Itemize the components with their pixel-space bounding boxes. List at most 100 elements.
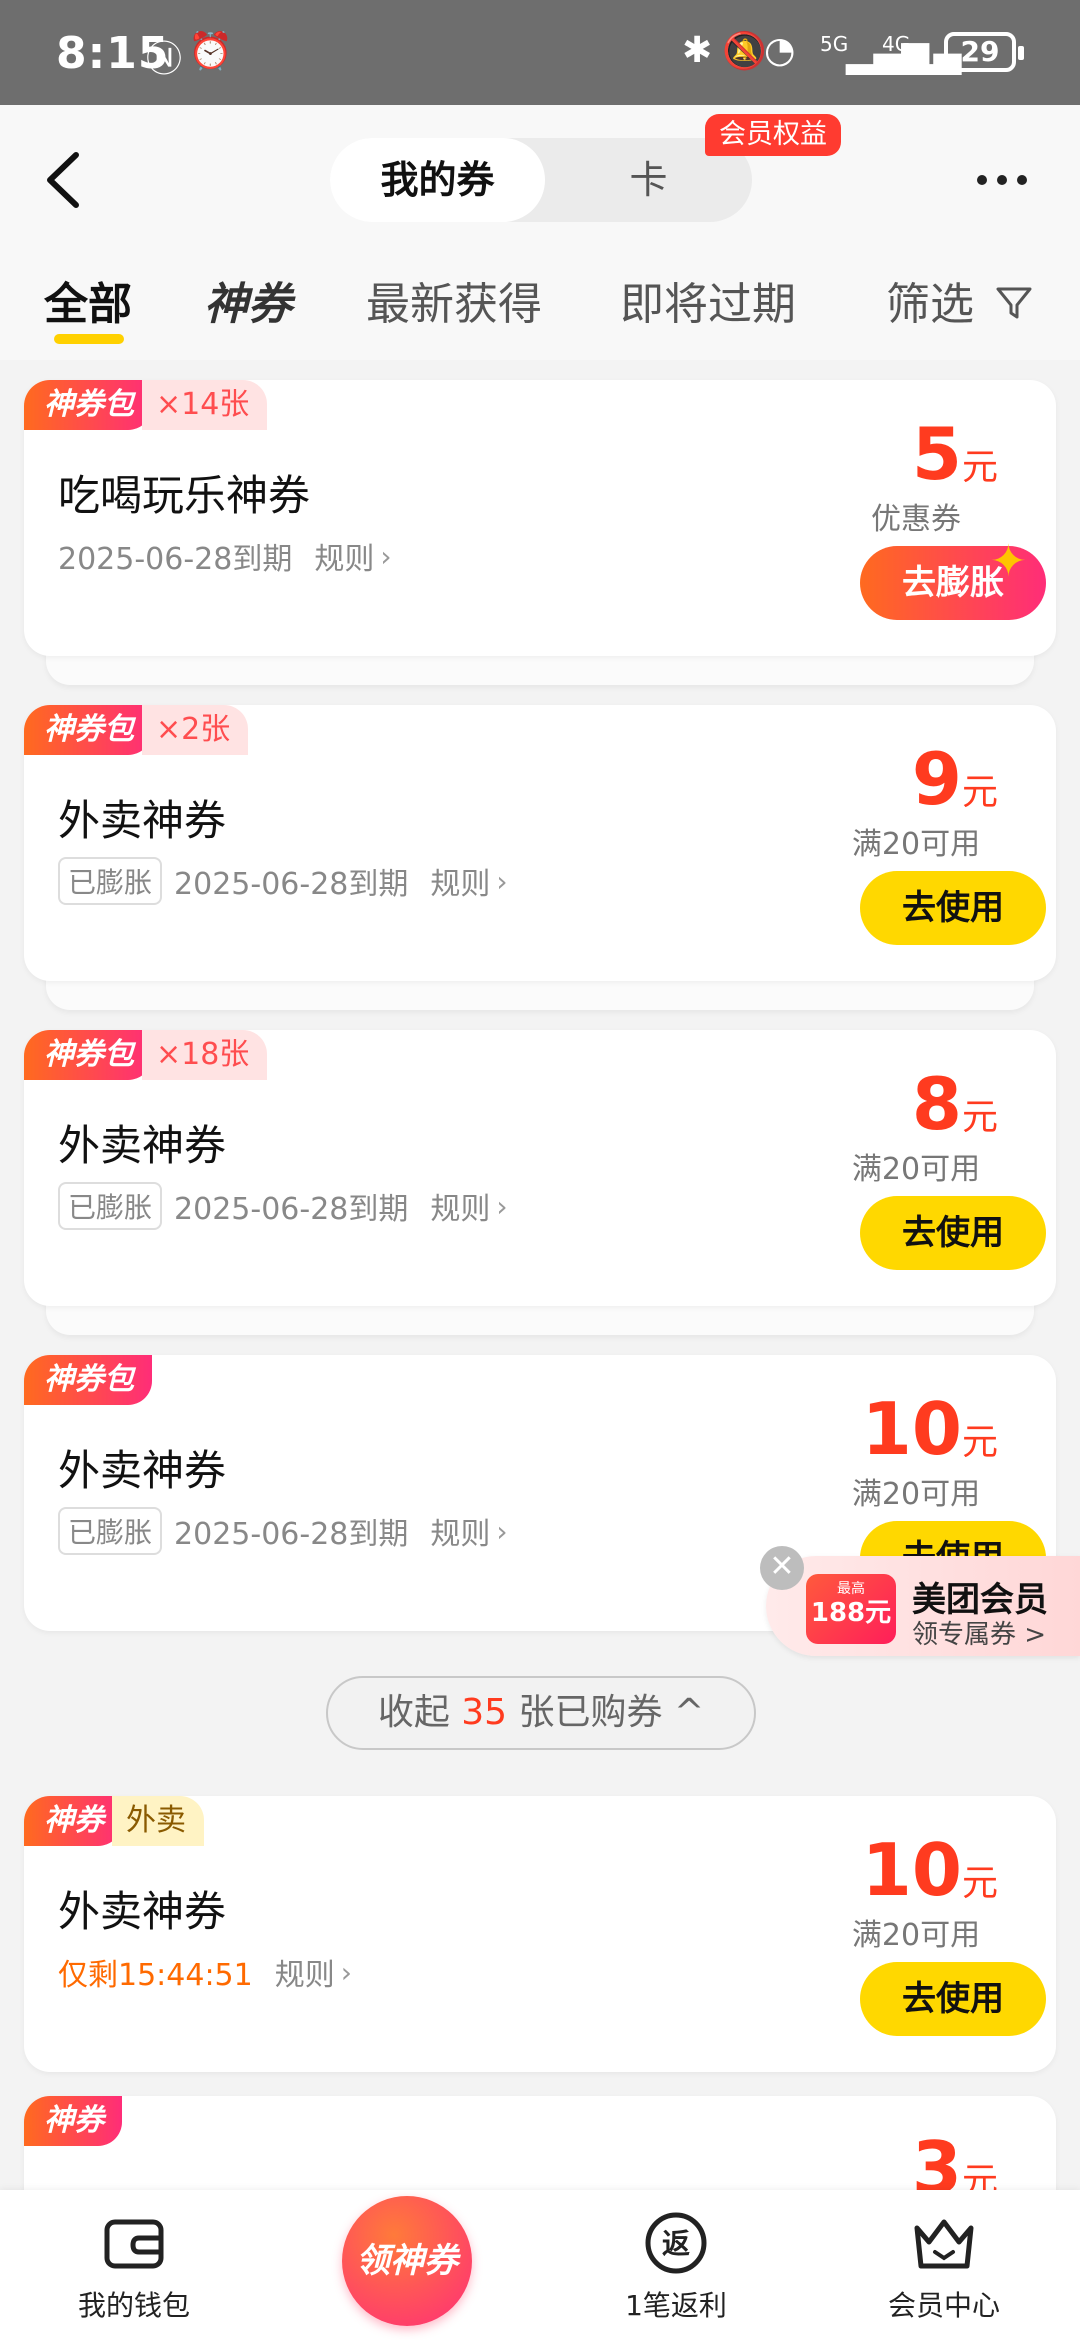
get-coupon-button[interactable]: 领神券: [342, 2196, 472, 2326]
rule-link[interactable]: 规则: [430, 1184, 490, 1228]
promo-subtitle-text: 领专属券: [912, 1620, 1017, 1650]
segmented-control: 我的券 卡: [330, 138, 752, 222]
collapse-prefix: 收起: [377, 1692, 450, 1733]
chevron-right-icon: ›: [496, 1189, 508, 1223]
sparkle-icon: ✦: [990, 536, 1027, 587]
tag-label: 神券包: [24, 705, 152, 755]
coupon-tag: 神券包 ×18张: [24, 1030, 268, 1080]
use-button[interactable]: 去使用: [860, 1196, 1046, 1270]
tag-count: ×2张: [142, 705, 249, 755]
promo-coupon-image: 最高 188元: [806, 1574, 896, 1644]
amount-value: 9: [911, 737, 962, 821]
coupon-title: 外卖神券: [58, 1887, 227, 1936]
amount-unit: 元: [961, 1097, 998, 1138]
tag-count: ×18张: [142, 1030, 268, 1080]
amount-unit: 元: [961, 1863, 998, 1904]
countdown-timer: 仅剩15:44:51: [58, 1958, 253, 1993]
filter-tab-super-coupon[interactable]: 神券: [204, 268, 292, 332]
nav-member-center[interactable]: 会员中心: [844, 2208, 1044, 2324]
nav-label: 会员中心: [887, 2289, 1000, 2322]
coupon-title: 外卖神券: [58, 1121, 227, 1170]
chevron-right-icon: ›: [340, 1955, 352, 1989]
use-button[interactable]: 去使用: [860, 1962, 1046, 2036]
amount-value: 10: [861, 1828, 962, 1912]
wifi-icon: ◔: [764, 30, 796, 71]
chevron-up-icon: ^: [674, 1692, 705, 1733]
filter-tab-all[interactable]: 全部: [44, 268, 132, 332]
collapse-count: 35: [461, 1692, 508, 1733]
nav-rebate[interactable]: 返 1笔返利: [576, 2208, 776, 2324]
promo-img-top: 最高: [837, 1581, 865, 1597]
filter-tab-filter[interactable]: 筛选: [886, 268, 1034, 332]
filter-label: 筛选: [886, 279, 974, 330]
coupon-amount: 10元: [862, 1828, 998, 1912]
expire-date: 2025-06-28到期: [174, 1192, 409, 1227]
coupon-card[interactable]: 神券包 ×14张 吃喝玩乐神券 2025-06-28到期 规则 › 5元 优惠券…: [24, 380, 1056, 656]
more-menu-button[interactable]: [972, 160, 1032, 200]
coupon-condition: 满20可用: [851, 1918, 981, 1953]
coupon-subline: 仅剩15:44:51 规则 ›: [58, 1950, 352, 1994]
chevron-right-icon: ›: [496, 864, 508, 898]
coupon-card[interactable]: 神券包 ×18张 外卖神券 已膨胀 2025-06-28到期 规则 › 8元 满…: [24, 1030, 1056, 1306]
amount-unit: 元: [961, 772, 998, 813]
wallet-icon: [104, 2219, 164, 2269]
coupon-condition: 满20可用: [851, 827, 981, 862]
coupon-tag: 神券包: [24, 1355, 152, 1405]
battery-indicator: 29: [944, 32, 1024, 72]
coupon-tag: 神券包 ×2张: [24, 705, 249, 755]
coupon-condition: 满20可用: [851, 1477, 981, 1512]
tag-label: 神券包: [24, 1355, 152, 1405]
coupon-amount: 9元: [912, 737, 998, 821]
member-promo-float[interactable]: 最高 188元 美团会员 领专属券 >: [766, 1556, 1080, 1656]
filter-funnel-icon: [996, 287, 1032, 319]
coupon-condition: 优惠券: [871, 502, 961, 537]
back-button[interactable]: [40, 145, 90, 215]
close-promo-button[interactable]: ✕: [760, 1546, 804, 1590]
signal-5g-label: 5G: [820, 32, 849, 56]
coupon-title: 外卖神券: [58, 796, 227, 845]
coupon-title: 外卖神券: [58, 1446, 227, 1495]
bottom-nav: 我的钱包 返 1笔返利 会员中心: [0, 2190, 1080, 2340]
collapse-purchased-button[interactable]: 收起 35 张已购券 ^: [326, 1676, 756, 1750]
chevron-right-icon: ›: [496, 1514, 508, 1548]
tag-label: 神券: [24, 2096, 122, 2146]
coupon-condition: 满20可用: [851, 1152, 981, 1187]
tab-my-coupons[interactable]: 我的券: [330, 138, 545, 222]
coupon-card[interactable]: 神券 外卖 外卖神券 仅剩15:44:51 规则 › 10元 满20可用 去使用: [24, 1796, 1056, 2072]
filter-tab-newest[interactable]: 最新获得: [366, 268, 542, 332]
tag-count: ×14张: [142, 380, 268, 430]
tag-label: 神券包: [24, 1030, 152, 1080]
expire-date: 2025-06-28到期: [58, 542, 293, 577]
promo-subtitle: 领专属券 >: [912, 1614, 1046, 1651]
chevron-right-icon: ›: [380, 539, 392, 573]
expanded-chip: 已膨胀: [58, 1182, 163, 1230]
nav-label: 1笔返利: [625, 2289, 727, 2322]
expanded-chip: 已膨胀: [58, 857, 163, 905]
nav-label: 我的钱包: [77, 2289, 190, 2322]
coupon-card[interactable]: 神券包 ×2张 外卖神券 已膨胀 2025-06-28到期 规则 › 9元 满2…: [24, 705, 1056, 981]
coupon-subline: 已膨胀 2025-06-28到期 规则 ›: [58, 1507, 508, 1555]
rebate-glyph: 返: [661, 2227, 690, 2260]
alarm-icon: ⏰: [188, 31, 233, 72]
amount-value: 5: [911, 412, 962, 496]
amount-value: 10: [861, 1387, 962, 1471]
rule-link[interactable]: 规则: [430, 1509, 490, 1553]
coupon-amount: 5元: [912, 412, 998, 496]
coupon-tag: 神券: [24, 2096, 122, 2146]
expire-date: 2025-06-28到期: [174, 1517, 409, 1552]
coupon-subline: 已膨胀 2025-06-28到期 规则 ›: [58, 857, 508, 905]
expire-date: 2025-06-28到期: [174, 867, 409, 902]
coupon-subline: 已膨胀 2025-06-28到期 规则 ›: [58, 1182, 508, 1230]
nav-wallet[interactable]: 我的钱包: [34, 2208, 234, 2324]
rule-link[interactable]: 规则: [314, 534, 374, 578]
coupon-tag: 神券包 ×14张: [24, 380, 268, 430]
rule-link[interactable]: 规则: [275, 1950, 335, 1994]
use-button[interactable]: 去使用: [860, 871, 1046, 945]
filter-tab-expiring[interactable]: 即将过期: [620, 268, 796, 332]
chevron-right-icon: >: [1024, 1620, 1047, 1650]
rule-link[interactable]: 规则: [430, 859, 490, 903]
tag-label: 神券包: [24, 380, 152, 430]
coupon-title: 吃喝玩乐神券: [58, 471, 311, 520]
nfc-icon: Ⓝ: [146, 39, 183, 80]
coupon-amount: 10元: [862, 1387, 998, 1471]
